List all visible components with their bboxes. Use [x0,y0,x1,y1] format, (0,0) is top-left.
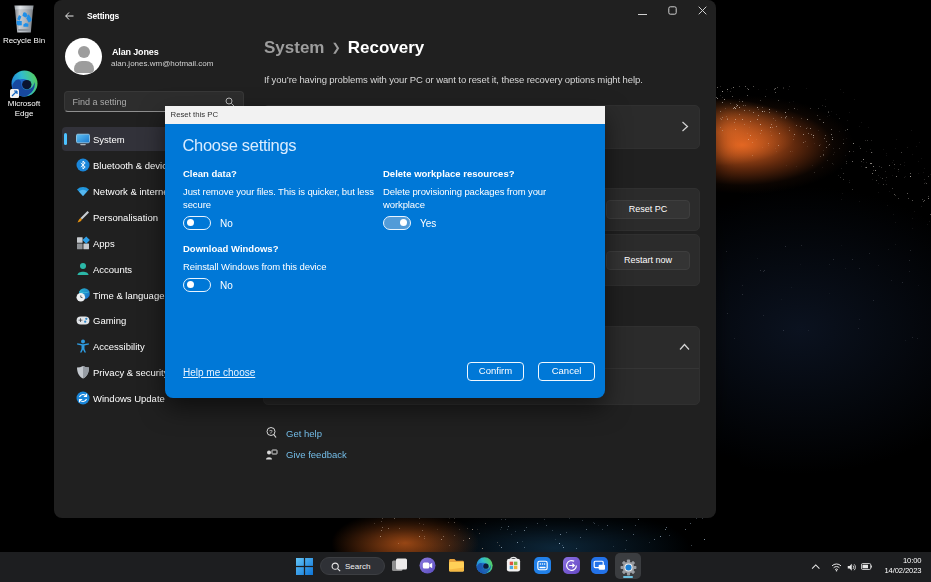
svg-text:?: ? [269,429,273,435]
